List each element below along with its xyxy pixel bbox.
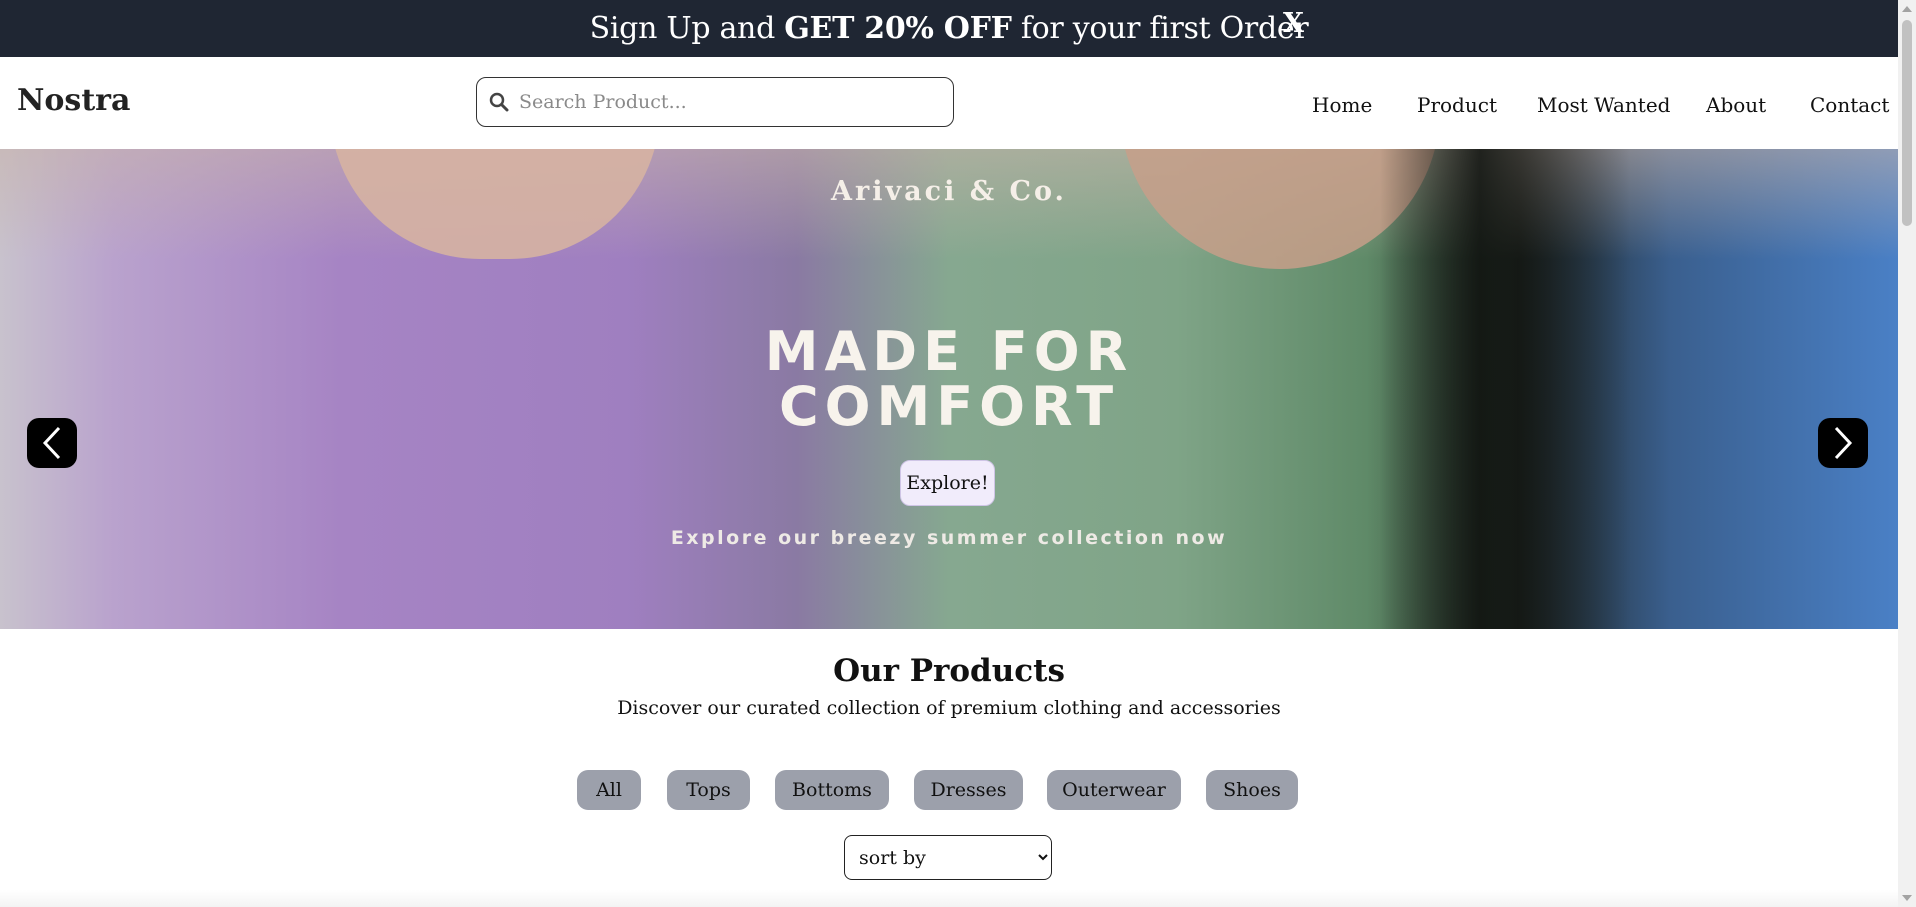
chevron-right-icon bbox=[1834, 426, 1853, 460]
explore-button[interactable]: Explore! bbox=[900, 460, 995, 506]
announcement-bar: Sign Up and GET 20% OFF for your first O… bbox=[0, 0, 1898, 57]
products-subtitle: Discover our curated collection of premi… bbox=[617, 697, 1281, 719]
announcement-prefix: Sign Up and bbox=[589, 11, 785, 46]
announcement-text: Sign Up and GET 20% OFF for your first O… bbox=[590, 11, 1309, 46]
product-grid-edge bbox=[0, 890, 1898, 907]
scrollbar-thumb[interactable] bbox=[1902, 20, 1912, 226]
nav-contact[interactable]: Contact bbox=[1810, 93, 1889, 117]
page-scrollbar[interactable] bbox=[1898, 0, 1916, 907]
scroll-down-icon[interactable] bbox=[1902, 895, 1912, 901]
announcement-suffix: for your first Order bbox=[1011, 11, 1309, 46]
hero-headline: MADE FOR COMFORT bbox=[0, 324, 1898, 434]
site-header: Nostra Home Product Most Wanted About Co… bbox=[0, 57, 1898, 149]
announcement-highlight: GET 20% OFF bbox=[784, 11, 1012, 46]
filter-all[interactable]: All bbox=[577, 770, 641, 810]
category-filters: All Tops Bottoms Dresses Outerwear Shoes bbox=[0, 770, 1898, 810]
main-menu: Home Product Most Wanted About Contact bbox=[0, 93, 1898, 123]
filter-tops[interactable]: Tops bbox=[667, 770, 750, 810]
hero-subtext: Explore our breezy summer collection now bbox=[670, 527, 1228, 549]
nav-product[interactable]: Product bbox=[1417, 93, 1497, 117]
filter-shoes[interactable]: Shoes bbox=[1206, 770, 1298, 810]
filter-outerwear[interactable]: Outerwear bbox=[1047, 770, 1181, 810]
nav-home[interactable]: Home bbox=[1312, 93, 1372, 117]
chevron-left-icon bbox=[42, 426, 61, 460]
scroll-up-icon[interactable] bbox=[1902, 6, 1912, 12]
announcement-close-button[interactable]: X bbox=[1283, 8, 1304, 39]
hero-headline-line-2: COMFORT bbox=[778, 375, 1120, 438]
nav-about[interactable]: About bbox=[1706, 93, 1766, 117]
products-title: Our Products bbox=[833, 653, 1065, 689]
carousel-next-button[interactable] bbox=[1818, 418, 1868, 468]
filter-bottoms[interactable]: Bottoms bbox=[775, 770, 889, 810]
sort-select[interactable]: sort by bbox=[844, 835, 1052, 880]
hero-carousel: Arivaci & Co. MADE FOR COMFORT Explore! … bbox=[0, 149, 1898, 629]
filter-dresses[interactable]: Dresses bbox=[914, 770, 1023, 810]
hero-brand: Arivaci & Co. bbox=[831, 176, 1067, 207]
carousel-prev-button[interactable] bbox=[27, 418, 77, 468]
nav-most-wanted[interactable]: Most Wanted bbox=[1537, 93, 1670, 117]
hero-headline-line-1: MADE FOR bbox=[764, 320, 1134, 383]
